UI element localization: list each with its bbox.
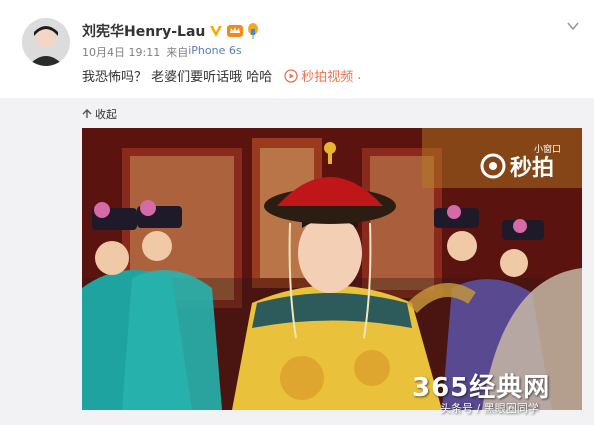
post-body: 我恐怖吗？ 老婆们要听话哦 哈哈 xyxy=(82,70,273,85)
wechat-watermark-text: 头条号 / 黑眼圈同学 xyxy=(440,402,539,415)
post-meta: 10月4日 19:11 来自 iPhone 6s xyxy=(82,44,242,60)
post-text: 我恐怖吗？ 老婆们要听话哦 哈哈 秒拍视频 . xyxy=(82,66,361,85)
wechat-watermark: 头条号 / 黑眼圈同学 xyxy=(440,400,539,416)
verified-badge-icon xyxy=(209,24,223,38)
avatar-image xyxy=(22,18,70,66)
username[interactable]: 刘宪华Henry-Lau xyxy=(82,21,259,41)
mini-window-button[interactable]: 小窗口 xyxy=(534,142,561,155)
video-link-label[interactable]: 秒拍视频 xyxy=(301,66,353,85)
collapse-button[interactable]: 收起 xyxy=(82,106,117,122)
username-text[interactable]: 刘宪华Henry-Lau xyxy=(82,21,205,41)
avatar[interactable] xyxy=(22,18,70,66)
source-device[interactable]: iPhone 6s xyxy=(188,44,241,60)
miaopai-logo-icon xyxy=(480,153,506,179)
vip-crown-icon[interactable] xyxy=(227,24,244,38)
site-watermark: 365经典网 xyxy=(412,373,551,403)
balloon-icon[interactable] xyxy=(247,23,259,39)
video-link[interactable]: 秒拍视频 xyxy=(284,66,353,85)
chevron-down-icon[interactable] xyxy=(566,18,580,32)
source-prefix: 来自 xyxy=(166,46,189,59)
weibo-post: 刘宪华Henry-Lau 10月4日 19:11 来自 iPhone 6s 我恐怖… xyxy=(0,0,594,98)
trailing-dot: . xyxy=(357,68,362,83)
collapse-label[interactable]: 收起 xyxy=(95,106,117,122)
post-time[interactable]: 10月4日 19:11 xyxy=(82,44,160,60)
collapse-arrow-icon xyxy=(82,109,92,118)
play-link-icon xyxy=(284,68,298,83)
